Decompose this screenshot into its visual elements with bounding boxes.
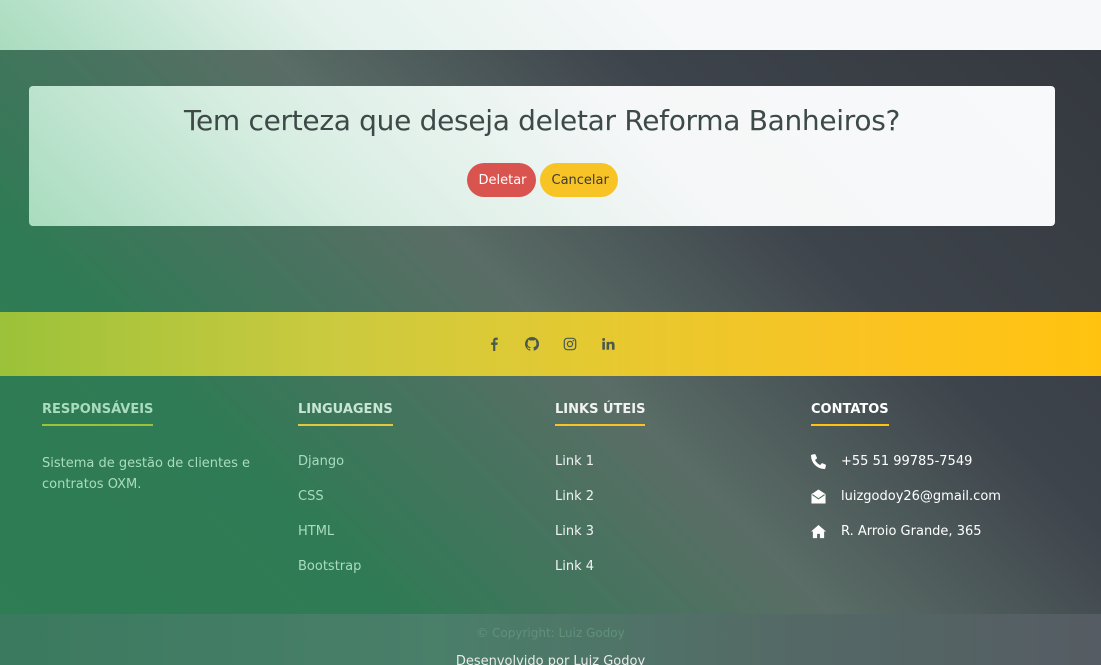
- useful-link[interactable]: Link 2: [555, 488, 795, 523]
- delete-button[interactable]: Deletar: [466, 163, 536, 197]
- useful-link[interactable]: Link 1: [555, 453, 795, 488]
- contact-email: luizgodoy26@gmail.com: [811, 488, 1051, 523]
- github-icon[interactable]: [524, 336, 540, 352]
- linguagem-item: CSS: [298, 489, 324, 504]
- copyright-bar: © Copyright: Luiz Godoy Desenvolvido por…: [0, 614, 1101, 665]
- phone-text: +55 51 99785-7549: [841, 454, 973, 469]
- links-list: Link 1 Link 2 Link 3 Link 4: [555, 453, 795, 593]
- contatos-heading: Contatos: [811, 402, 889, 426]
- footer-col-links: Links Úteis Link 1 Link 2 Link 3 Link 4: [555, 398, 795, 593]
- links-heading: Links Úteis: [555, 402, 646, 426]
- home-icon: [811, 524, 826, 539]
- linkedin-icon[interactable]: [600, 336, 616, 352]
- delete-confirm-card: Tem certeza que deseja deletar Reforma B…: [29, 86, 1055, 226]
- linguagem-item: Django: [298, 454, 345, 469]
- contact-list: +55 51 99785-7549 luizgodoy26@gmail.com …: [811, 453, 1051, 558]
- email-text: luizgodoy26@gmail.com: [841, 489, 1001, 504]
- phone-icon: [811, 454, 826, 469]
- instagram-icon[interactable]: [562, 336, 578, 352]
- top-navbar: [0, 0, 1101, 50]
- useful-link[interactable]: Link 4: [555, 558, 795, 593]
- responsaveis-heading: Responsáveis: [42, 402, 154, 426]
- footer-col-contatos: Contatos +55 51 99785-7549 luizgodoy26@g…: [811, 398, 1051, 558]
- responsaveis-description: Sistema de gestão de clientes e contrato…: [42, 456, 251, 492]
- footer-col-responsaveis: Responsáveis Sistema de gestão de client…: [42, 398, 282, 495]
- linguagens-list: Django CSS HTML Bootstrap: [298, 453, 538, 593]
- contact-address: R. Arroio Grande, 365: [811, 523, 1051, 558]
- copyright-text: © Copyright: Luiz Godoy: [476, 626, 625, 640]
- social-bar: [0, 312, 1101, 376]
- developer-credit: Desenvolvido por Luiz Godoy: [455, 654, 646, 665]
- contact-phone: +55 51 99785-7549: [811, 453, 1051, 488]
- confirm-buttons: Deletar Cancelar: [29, 163, 1055, 197]
- confirm-heading: Tem certeza que deseja deletar Reforma B…: [183, 104, 901, 137]
- linguagens-heading: Linguagens: [298, 402, 393, 426]
- envelope-open-icon: [811, 489, 826, 504]
- linguagem-item: Bootstrap: [298, 559, 362, 574]
- footer-col-linguagens: Linguagens Django CSS HTML Bootstrap: [298, 398, 538, 593]
- footer-columns: Responsáveis Sistema de gestão de client…: [0, 376, 1101, 614]
- linguagem-item: HTML: [298, 524, 335, 539]
- facebook-icon[interactable]: [486, 336, 502, 352]
- cancel-button[interactable]: Cancelar: [539, 163, 618, 197]
- useful-link[interactable]: Link 3: [555, 523, 795, 558]
- address-text: R. Arroio Grande, 365: [841, 524, 982, 539]
